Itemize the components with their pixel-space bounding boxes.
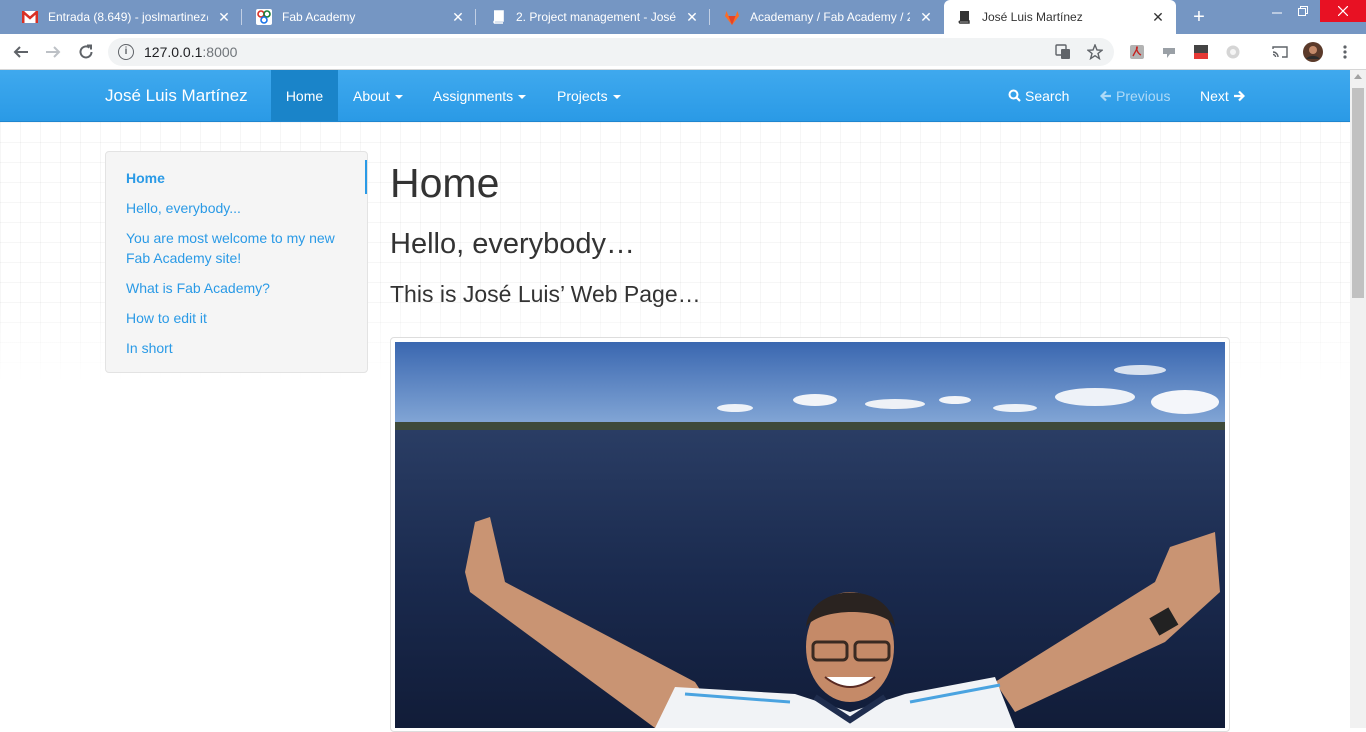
new-tab-button[interactable]: + [1188,7,1210,27]
url-text: 127.0.0.1:8000 [144,44,237,60]
tab-separator [475,9,476,25]
arrow-left-icon [1100,90,1112,102]
caret-down-icon [612,94,621,99]
toc-item-in-short[interactable]: In short [126,338,351,358]
caret-down-icon [394,94,403,99]
toc-item-hello[interactable]: Hello, everybody... [126,198,351,218]
photo-thumbnail [390,337,1230,732]
url-host: 127.0.0.1 [144,44,203,60]
url-port: :8000 [202,44,238,60]
search-icon [1008,89,1021,102]
tab-title: 2. Project management - José Lu [516,10,676,24]
browser-toolbar: i 127.0.0.1:8000 [0,34,1366,70]
nav-projects[interactable]: Projects [557,70,621,121]
back-arrow-icon[interactable] [11,42,31,62]
nav-next-label: Next [1200,87,1229,104]
nav-previous-label: Previous [1116,87,1171,104]
close-icon[interactable]: ✕ [216,9,232,25]
reload-icon[interactable] [76,42,96,62]
tab-separator [709,9,710,25]
nav-projects-label: Projects [557,87,608,104]
nav-about-label: About [353,87,390,104]
close-icon[interactable]: ✕ [918,9,934,25]
nav-assignments[interactable]: Assignments [433,70,527,121]
tab-title: Entrada (8.649) - joslmartinez@ [48,10,208,24]
site-brand[interactable]: José Luis Martínez [105,86,248,106]
toc-active-marker [365,160,367,194]
book-icon [490,9,506,25]
close-icon[interactable]: ✕ [1150,9,1166,25]
translate-icon[interactable] [1054,43,1072,61]
nav-search-label: Search [1025,87,1070,104]
nav-previous[interactable]: Previous [1100,70,1170,121]
menu-kebab-icon[interactable] [1336,43,1354,61]
tab-gmail[interactable]: Entrada (8.649) - joslmartinez@ ✕ [10,0,242,34]
address-bar[interactable]: i 127.0.0.1:8000 [108,38,1114,66]
page-tagline: This is José Luis’ Web Page… [390,281,701,307]
site-info-icon[interactable]: i [118,44,134,60]
feedly-extension-icon[interactable] [1160,43,1178,61]
bookmark-star-icon[interactable] [1086,43,1104,61]
tab-academany-gitlab[interactable]: Academany / Fab Academy / 20 ✕ [712,0,944,34]
minimize-icon[interactable] [1266,0,1288,22]
toc-item-how-to-edit[interactable]: How to edit it [126,308,351,328]
toc-item-what-is-fab-academy[interactable]: What is Fab Academy? [126,278,351,298]
scrollbar-thumb[interactable] [1352,88,1364,298]
window-close-icon[interactable] [1320,0,1366,22]
tab-strip: Entrada (8.649) - joslmartinez@ ✕ Fab Ac… [0,0,1366,34]
nav-home[interactable]: Home [271,70,338,121]
pdf-extension-icon[interactable] [1128,43,1146,61]
nav-home-label: Home [285,87,324,104]
scroll-up-arrow-icon[interactable] [1354,74,1362,79]
tab-project-management[interactable]: 2. Project management - José Lu ✕ [478,0,710,34]
circle-extension-icon[interactable] [1224,43,1242,61]
off-extension-icon[interactable] [1192,43,1210,61]
gmail-icon [22,9,38,25]
river-photo [395,342,1225,728]
tab-separator [241,9,242,25]
forward-arrow-icon[interactable] [43,42,63,62]
page-scrollbar[interactable] [1350,70,1366,728]
book-icon [956,9,972,25]
tab-title: Fab Academy [282,10,356,24]
page-title: Home [390,160,500,206]
tab-title: José Luis Martínez [982,10,1083,24]
profile-avatar[interactable] [1302,41,1324,63]
close-icon[interactable]: ✕ [684,9,700,25]
restore-icon[interactable] [1292,0,1314,22]
nav-search[interactable]: Search [1008,70,1069,121]
tab-active-jose-luis[interactable]: José Luis Martínez ✕ [944,0,1176,34]
gitlab-icon [724,9,740,25]
tab-title: Academany / Fab Academy / 20 [750,10,910,24]
page-subtitle: Hello, everybody… [390,228,635,260]
site-navbar: José Luis Martínez Home About Assignment… [0,70,1350,122]
nav-next[interactable]: Next [1200,70,1245,121]
toc-item-home[interactable]: Home [126,168,351,188]
cast-icon[interactable] [1271,43,1289,61]
fab-academy-icon [256,9,272,25]
nav-assignments-label: Assignments [433,87,514,104]
nav-about[interactable]: About [353,70,403,121]
caret-down-icon [518,94,527,99]
tab-fab-academy[interactable]: Fab Academy ✕ [244,0,476,34]
arrow-right-icon [1233,90,1245,102]
close-icon[interactable]: ✕ [450,9,466,25]
toc-item-welcome[interactable]: You are most welcome to my new Fab Acade… [126,228,351,268]
table-of-contents: Home Hello, everybody... You are most we… [105,151,368,373]
